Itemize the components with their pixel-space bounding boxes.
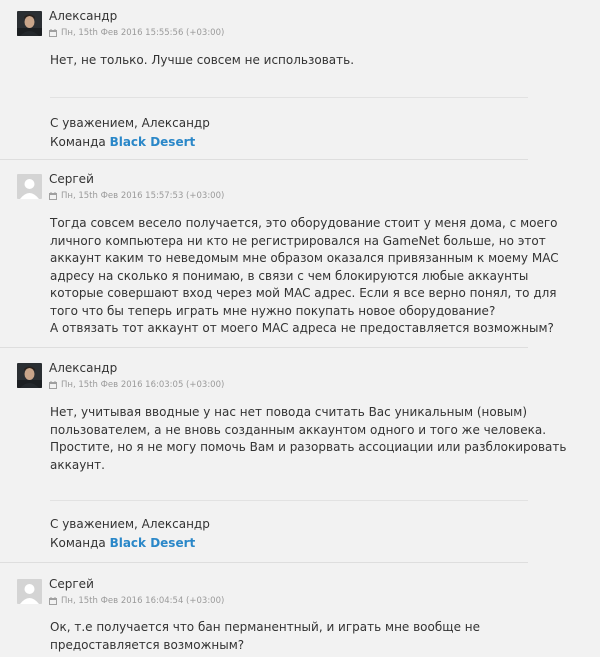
message-divider [0, 347, 528, 348]
message-signature: С уважением, Александр Команда Black Des… [50, 515, 210, 553]
message-timestamp: Пн, 15th Фев 2016 15:55:56 (+03:00) [49, 28, 224, 38]
timestamp-text: Пн, 15th Фев 2016 15:55:56 (+03:00) [61, 28, 225, 38]
message-author: Александр [49, 9, 118, 23]
team-link[interactable]: Black Desert [110, 536, 196, 550]
message-timestamp: Пн, 15th Фев 2016 15:57:53 (+03:00) [49, 191, 224, 201]
signature-separator [50, 500, 528, 501]
message-body: Ок, т.е получается что бан перманентный,… [50, 620, 480, 652]
user-photo-icon [17, 11, 42, 36]
message-body: Нет, учитывая вводные у нас нет повода с… [50, 405, 567, 472]
message-timestamp: Пн, 15th Фев 2016 16:04:54 (+03:00) [49, 596, 224, 606]
message-author: Сергей [49, 172, 94, 186]
signature-team-prefix: Команда [50, 135, 110, 149]
message-body: Тогда совсем весело получается, это обор… [50, 216, 559, 335]
message-divider [0, 159, 528, 160]
message-author: Сергей [49, 577, 94, 591]
message-divider [0, 562, 528, 563]
calendar-icon [49, 29, 57, 37]
signature-greeting: С уважением, Александр [50, 116, 210, 130]
default-avatar-icon [17, 579, 42, 604]
message-timestamp: Пн, 15th Фев 2016 16:03:05 (+03:00) [49, 380, 224, 390]
calendar-icon [49, 192, 57, 200]
signature-team-prefix: Команда [50, 536, 110, 550]
signature-separator [50, 97, 528, 98]
signature-greeting: С уважением, Александр [50, 517, 210, 531]
timestamp-text: Пн, 15th Фев 2016 15:57:53 (+03:00) [61, 191, 225, 201]
calendar-icon [49, 597, 57, 605]
team-link[interactable]: Black Desert [110, 135, 196, 149]
timestamp-text: Пн, 15th Фев 2016 16:04:54 (+03:00) [61, 596, 225, 606]
default-avatar-icon [17, 174, 42, 199]
calendar-icon [49, 381, 57, 389]
message-signature: С уважением, Александр Команда Black Des… [50, 114, 210, 152]
message-author: Александр [49, 361, 118, 375]
timestamp-text: Пн, 15th Фев 2016 16:03:05 (+03:00) [61, 380, 225, 390]
user-photo-icon [17, 363, 42, 388]
message-body: Нет, не только. Лучше совсем не использо… [50, 53, 355, 67]
